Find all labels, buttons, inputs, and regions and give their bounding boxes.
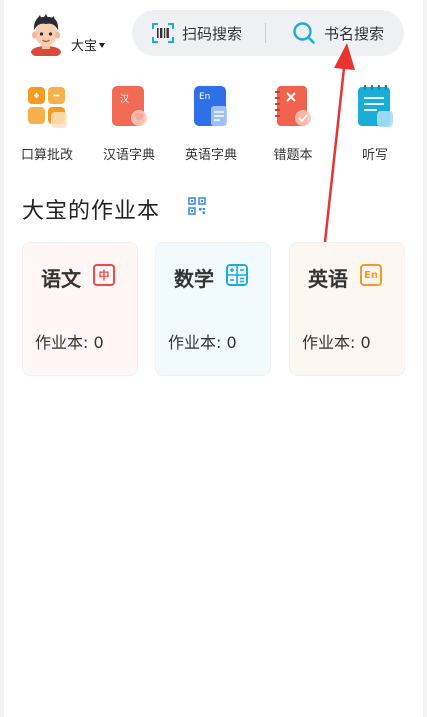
homework-count: 作业本: 0	[168, 333, 237, 352]
tool-english-dictionary[interactable]: En 英语字典	[176, 84, 246, 164]
scan-search-button[interactable]: 扫码搜索	[152, 10, 242, 56]
book-name-search-label: 书名搜索	[324, 24, 385, 43]
tool-label: 错题本	[273, 148, 313, 163]
caret-down-icon	[99, 43, 106, 48]
mistake-notebook-icon	[275, 86, 311, 126]
barcode-scan-icon	[152, 23, 174, 43]
chinese-badge-icon: 中	[93, 264, 115, 286]
section-title: 大宝的作业本	[22, 199, 161, 224]
english-dictionary-icon: En	[194, 86, 227, 126]
user-switcher[interactable]: 大宝	[26, 12, 116, 60]
subject-card-chinese[interactable]: 语文 中 作业本: 0	[22, 242, 138, 376]
tool-label: 英语字典	[184, 148, 237, 163]
search-icon	[293, 22, 315, 44]
scan-search-label: 扫码搜索	[182, 24, 243, 43]
qr-code-icon[interactable]	[188, 197, 206, 215]
svg-text:汉: 汉	[120, 94, 129, 105]
book-name-search-button[interactable]: 书名搜索	[292, 10, 384, 56]
tool-label: 听写	[361, 148, 388, 163]
search-bar: 扫码搜索 书名搜索	[132, 10, 404, 56]
tool-mistake-notebook[interactable]: 错题本	[258, 84, 328, 164]
homework-count: 作业本: 0	[302, 333, 371, 352]
user-name-dropdown[interactable]: 大宝	[71, 35, 106, 54]
subject-card-math[interactable]: 数学 作业本: 0	[155, 242, 271, 376]
chinese-dictionary-icon: 汉	[112, 86, 147, 126]
subject-name: 英语	[308, 267, 348, 291]
user-name: 大宝	[71, 39, 98, 54]
tool-oral-calc-check[interactable]: 口算批改	[12, 84, 82, 164]
math-calculator-icon	[226, 264, 248, 286]
avatar	[31, 14, 61, 56]
subject-name: 数学	[174, 267, 214, 291]
tool-label: 汉语字典	[102, 148, 155, 163]
english-badge-icon: En	[360, 264, 382, 286]
tool-label: 口算批改	[20, 148, 73, 163]
tool-chinese-dictionary[interactable]: 汉 汉语字典	[94, 84, 164, 164]
tool-dictation[interactable]: 听写	[340, 84, 410, 164]
search-divider	[265, 23, 266, 43]
dictation-notepad-icon	[358, 85, 393, 127]
calculator-grid-icon	[28, 87, 67, 128]
svg-text:En: En	[199, 92, 210, 102]
homework-count: 作业本: 0	[35, 333, 104, 352]
subject-name: 语文	[41, 267, 81, 291]
subject-card-english[interactable]: 英语 En 作业本: 0	[289, 242, 405, 376]
page: 大宝 扫码搜索 书名搜索 口算批改 汉 汉语字典 En 英语字典 错题本 听写 …	[4, 0, 423, 717]
